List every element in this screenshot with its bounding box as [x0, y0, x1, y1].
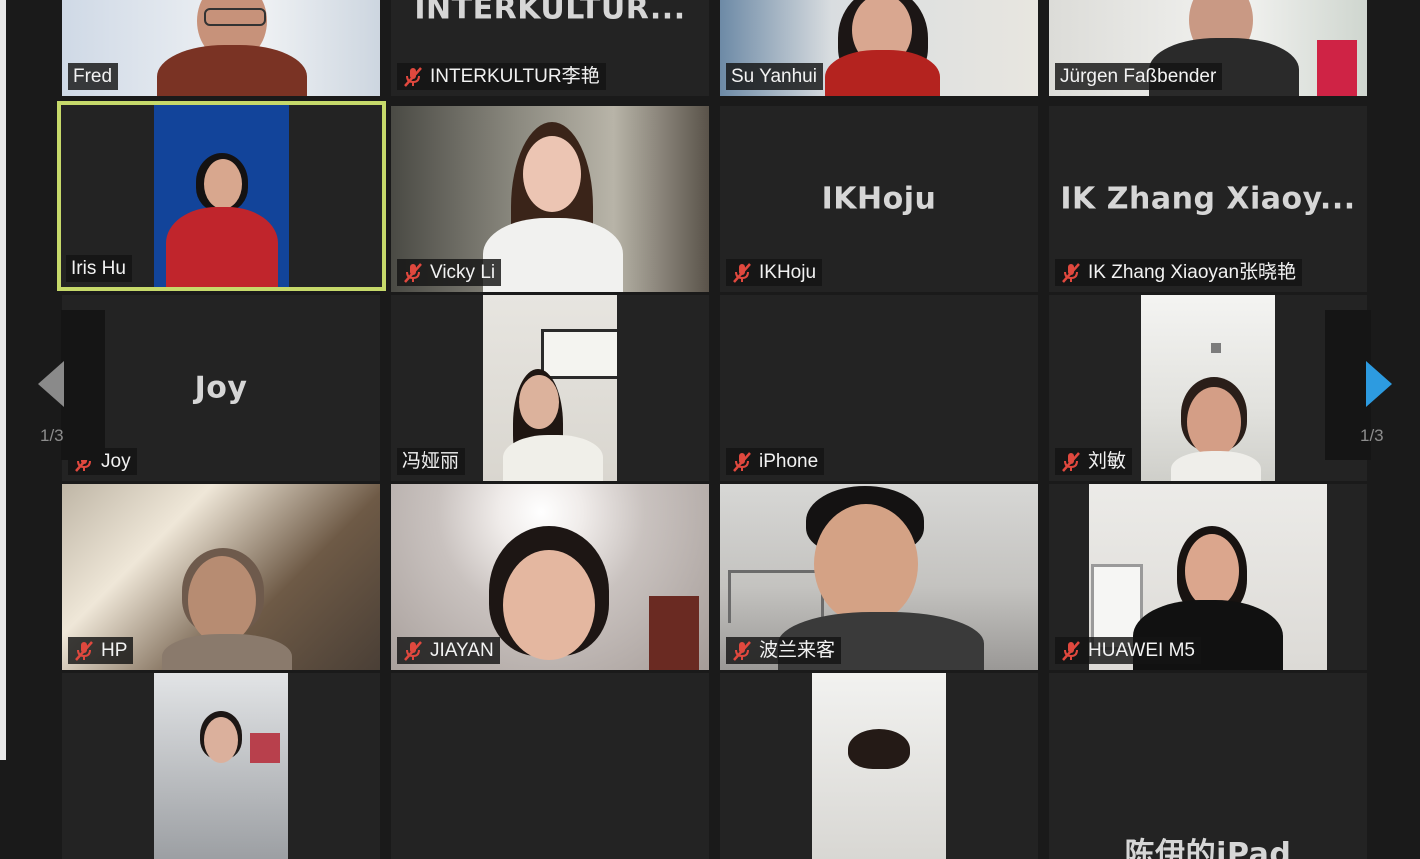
participant-name: JIAYAN — [430, 640, 494, 661]
participant-name: Jürgen Faßbender — [1060, 66, 1217, 87]
next-page-arrow-icon[interactable] — [1366, 361, 1392, 407]
video-feed — [154, 673, 288, 859]
participant-tile-su-yanhui[interactable]: Su Yanhui — [720, 0, 1038, 96]
participant-tile-row5-1[interactable] — [62, 673, 380, 859]
mic-muted-icon — [733, 451, 751, 472]
participant-name: 冯娅丽 — [402, 451, 460, 472]
video-feed — [483, 295, 617, 481]
participant-name-tag: IK Zhang Xiaoyan张晓艳 — [1055, 259, 1303, 286]
participant-tile-liu-min[interactable]: 刘敏 — [1049, 295, 1367, 481]
participant-name: Joy — [101, 451, 131, 472]
participant-name: HUAWEI M5 — [1088, 640, 1195, 661]
participant-name-tag: HUAWEI M5 — [1055, 637, 1201, 664]
participant-name: HP — [101, 640, 128, 661]
participant-name: IKHoju — [759, 262, 817, 283]
participant-name-tag: Su Yanhui — [726, 63, 823, 90]
mic-muted-icon — [1062, 262, 1080, 283]
mic-muted-icon — [404, 66, 422, 87]
mic-muted-icon — [733, 262, 751, 283]
participant-name: 刘敏 — [1088, 451, 1127, 472]
participant-name-tag: INTERKULTUR李艳 — [397, 63, 606, 90]
avatar-name-text: Joy — [194, 370, 248, 406]
prev-page-panel[interactable] — [61, 310, 105, 460]
participant-name-tag: Jürgen Faßbender — [1055, 63, 1223, 90]
page-indicator-right: 1/3 — [1360, 426, 1384, 445]
participant-name: INTERKULTUR李艳 — [430, 66, 600, 87]
participant-tile-hp[interactable]: HP — [62, 484, 380, 670]
participant-tile-iris-hu[interactable]: Iris Hu — [57, 101, 386, 291]
avatar-name-text: 陈伊的iPad — [1124, 837, 1292, 859]
participant-name: iPhone — [759, 451, 819, 472]
participant-name: Su Yanhui — [731, 66, 817, 87]
participant-name: IK Zhang Xiaoyan张晓艳 — [1088, 262, 1297, 283]
participant-tile-ik-zhang-xiaoyan[interactable]: IK Zhang Xiaoy... IK Zhang Xiaoyan张晓艳 — [1049, 106, 1367, 292]
participant-name-tag: IKHoju — [726, 259, 823, 286]
participant-name: 波兰来客 — [759, 640, 836, 661]
participant-name: Vicky Li — [430, 262, 496, 283]
participant-tile-row5-2[interactable] — [391, 673, 709, 859]
participant-tile-huawei-m5[interactable]: HUAWEI M5 — [1049, 484, 1367, 670]
participant-name: Fred — [73, 66, 113, 87]
participant-name-tag: 冯娅丽 — [397, 448, 466, 475]
participant-name-tag: HP — [68, 637, 134, 664]
avatar-name-text: INTERKULTUR... — [414, 0, 686, 27]
participant-tile-row5-3[interactable] — [720, 673, 1038, 859]
video-feed — [1141, 295, 1275, 481]
video-feed — [154, 105, 289, 287]
participant-tile-jiayan[interactable]: JIAYAN — [391, 484, 709, 670]
participant-name-tag: 刘敏 — [1055, 448, 1133, 475]
mic-muted-icon — [733, 640, 751, 661]
participant-tile-ikhoju[interactable]: IKHoju IKHoju — [720, 106, 1038, 292]
participant-name: Iris Hu — [71, 258, 126, 279]
participant-tile-feng-yali[interactable]: 冯娅丽 — [391, 295, 709, 481]
video-grid: Fred INTERKULTUR... INTERKULTUR李艳 Su Yan… — [0, 0, 1420, 859]
prev-page-arrow-icon[interactable] — [38, 361, 64, 407]
participant-tile-juergen[interactable]: Jürgen Faßbender — [1049, 0, 1367, 96]
participant-tile-bolan-laike[interactable]: 波兰来客 — [720, 484, 1038, 670]
participant-name-tag: iPhone — [726, 448, 825, 475]
avatar-name-text: IKHoju — [821, 181, 937, 217]
avatar-name-text: IK Zhang Xiaoy... — [1060, 181, 1356, 217]
mic-muted-icon — [1062, 640, 1080, 661]
page-indicator-left: 1/3 — [40, 426, 64, 445]
mic-muted-icon — [75, 640, 93, 661]
participant-name-tag: Iris Hu — [66, 255, 132, 282]
participant-tile-joy[interactable]: Joy Joy — [62, 295, 380, 481]
participant-name-tag: 波兰来客 — [726, 637, 842, 664]
mic-muted-icon — [404, 640, 422, 661]
participant-tile-chen-yi-ipad[interactable]: 陈伊的iPad — [1049, 673, 1367, 859]
participant-name-tag: JIAYAN — [397, 637, 500, 664]
video-feed — [812, 673, 946, 859]
participant-name-tag: Vicky Li — [397, 259, 502, 286]
participant-tile-vicky-li[interactable]: Vicky Li — [391, 106, 709, 292]
participant-tile-interkultur[interactable]: INTERKULTUR... INTERKULTUR李艳 — [391, 0, 709, 96]
participant-tile-iphone[interactable]: iPhone — [720, 295, 1038, 481]
mic-muted-icon — [404, 262, 422, 283]
mic-muted-icon — [1062, 451, 1080, 472]
participant-tile-fred[interactable]: Fred — [62, 0, 380, 96]
participant-name-tag: Fred — [68, 63, 119, 90]
